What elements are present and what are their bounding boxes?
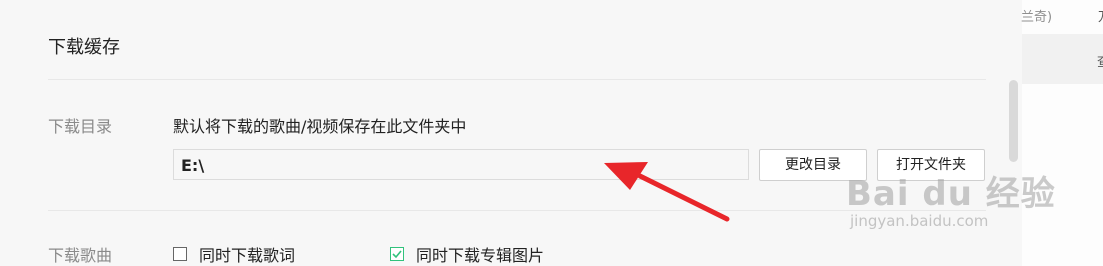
download-lyrics-checkbox[interactable]: 同时下载歌词 bbox=[173, 242, 295, 266]
download-album-art-label: 同时下载专辑图片 bbox=[416, 246, 545, 265]
checkbox-unchecked-icon[interactable] bbox=[173, 247, 187, 261]
download-lyrics-label: 同时下载歌词 bbox=[199, 246, 296, 265]
divider bbox=[48, 79, 986, 80]
watermark-brand: Bai du 经验 bbox=[846, 174, 1056, 214]
checkmark-icon bbox=[392, 250, 402, 259]
download-dir-label: 下载目录 bbox=[48, 117, 113, 136]
download-dir-input[interactable]: E:\ bbox=[173, 149, 749, 180]
download-dir-description: 默认将下载的歌曲/视频保存在此文件夹中 bbox=[173, 117, 467, 136]
right-panel-row bbox=[1022, 34, 1103, 84]
right-panel-text: 查 bbox=[1097, 51, 1103, 70]
section-title: 下载缓存 bbox=[48, 37, 120, 58]
download-songs-label: 下载歌曲 bbox=[48, 246, 113, 265]
watermark: Bai du 经验 jingyan.baidu.com bbox=[842, 166, 1062, 246]
checkbox-checked-icon[interactable] bbox=[390, 247, 404, 261]
download-album-art-checkbox[interactable]: 同时下载专辑图片 bbox=[390, 242, 544, 266]
right-panel-text: 万 bbox=[1098, 6, 1103, 25]
page: 下载缓存 下载目录 默认将下载的歌曲/视频保存在此文件夹中 E:\ 更改目录 打… bbox=[0, 0, 1103, 266]
scrollbar-thumb[interactable] bbox=[1009, 80, 1018, 162]
right-panel-text: 兰奇) bbox=[1021, 10, 1053, 25]
watermark-url: jingyan.baidu.com bbox=[850, 212, 989, 230]
